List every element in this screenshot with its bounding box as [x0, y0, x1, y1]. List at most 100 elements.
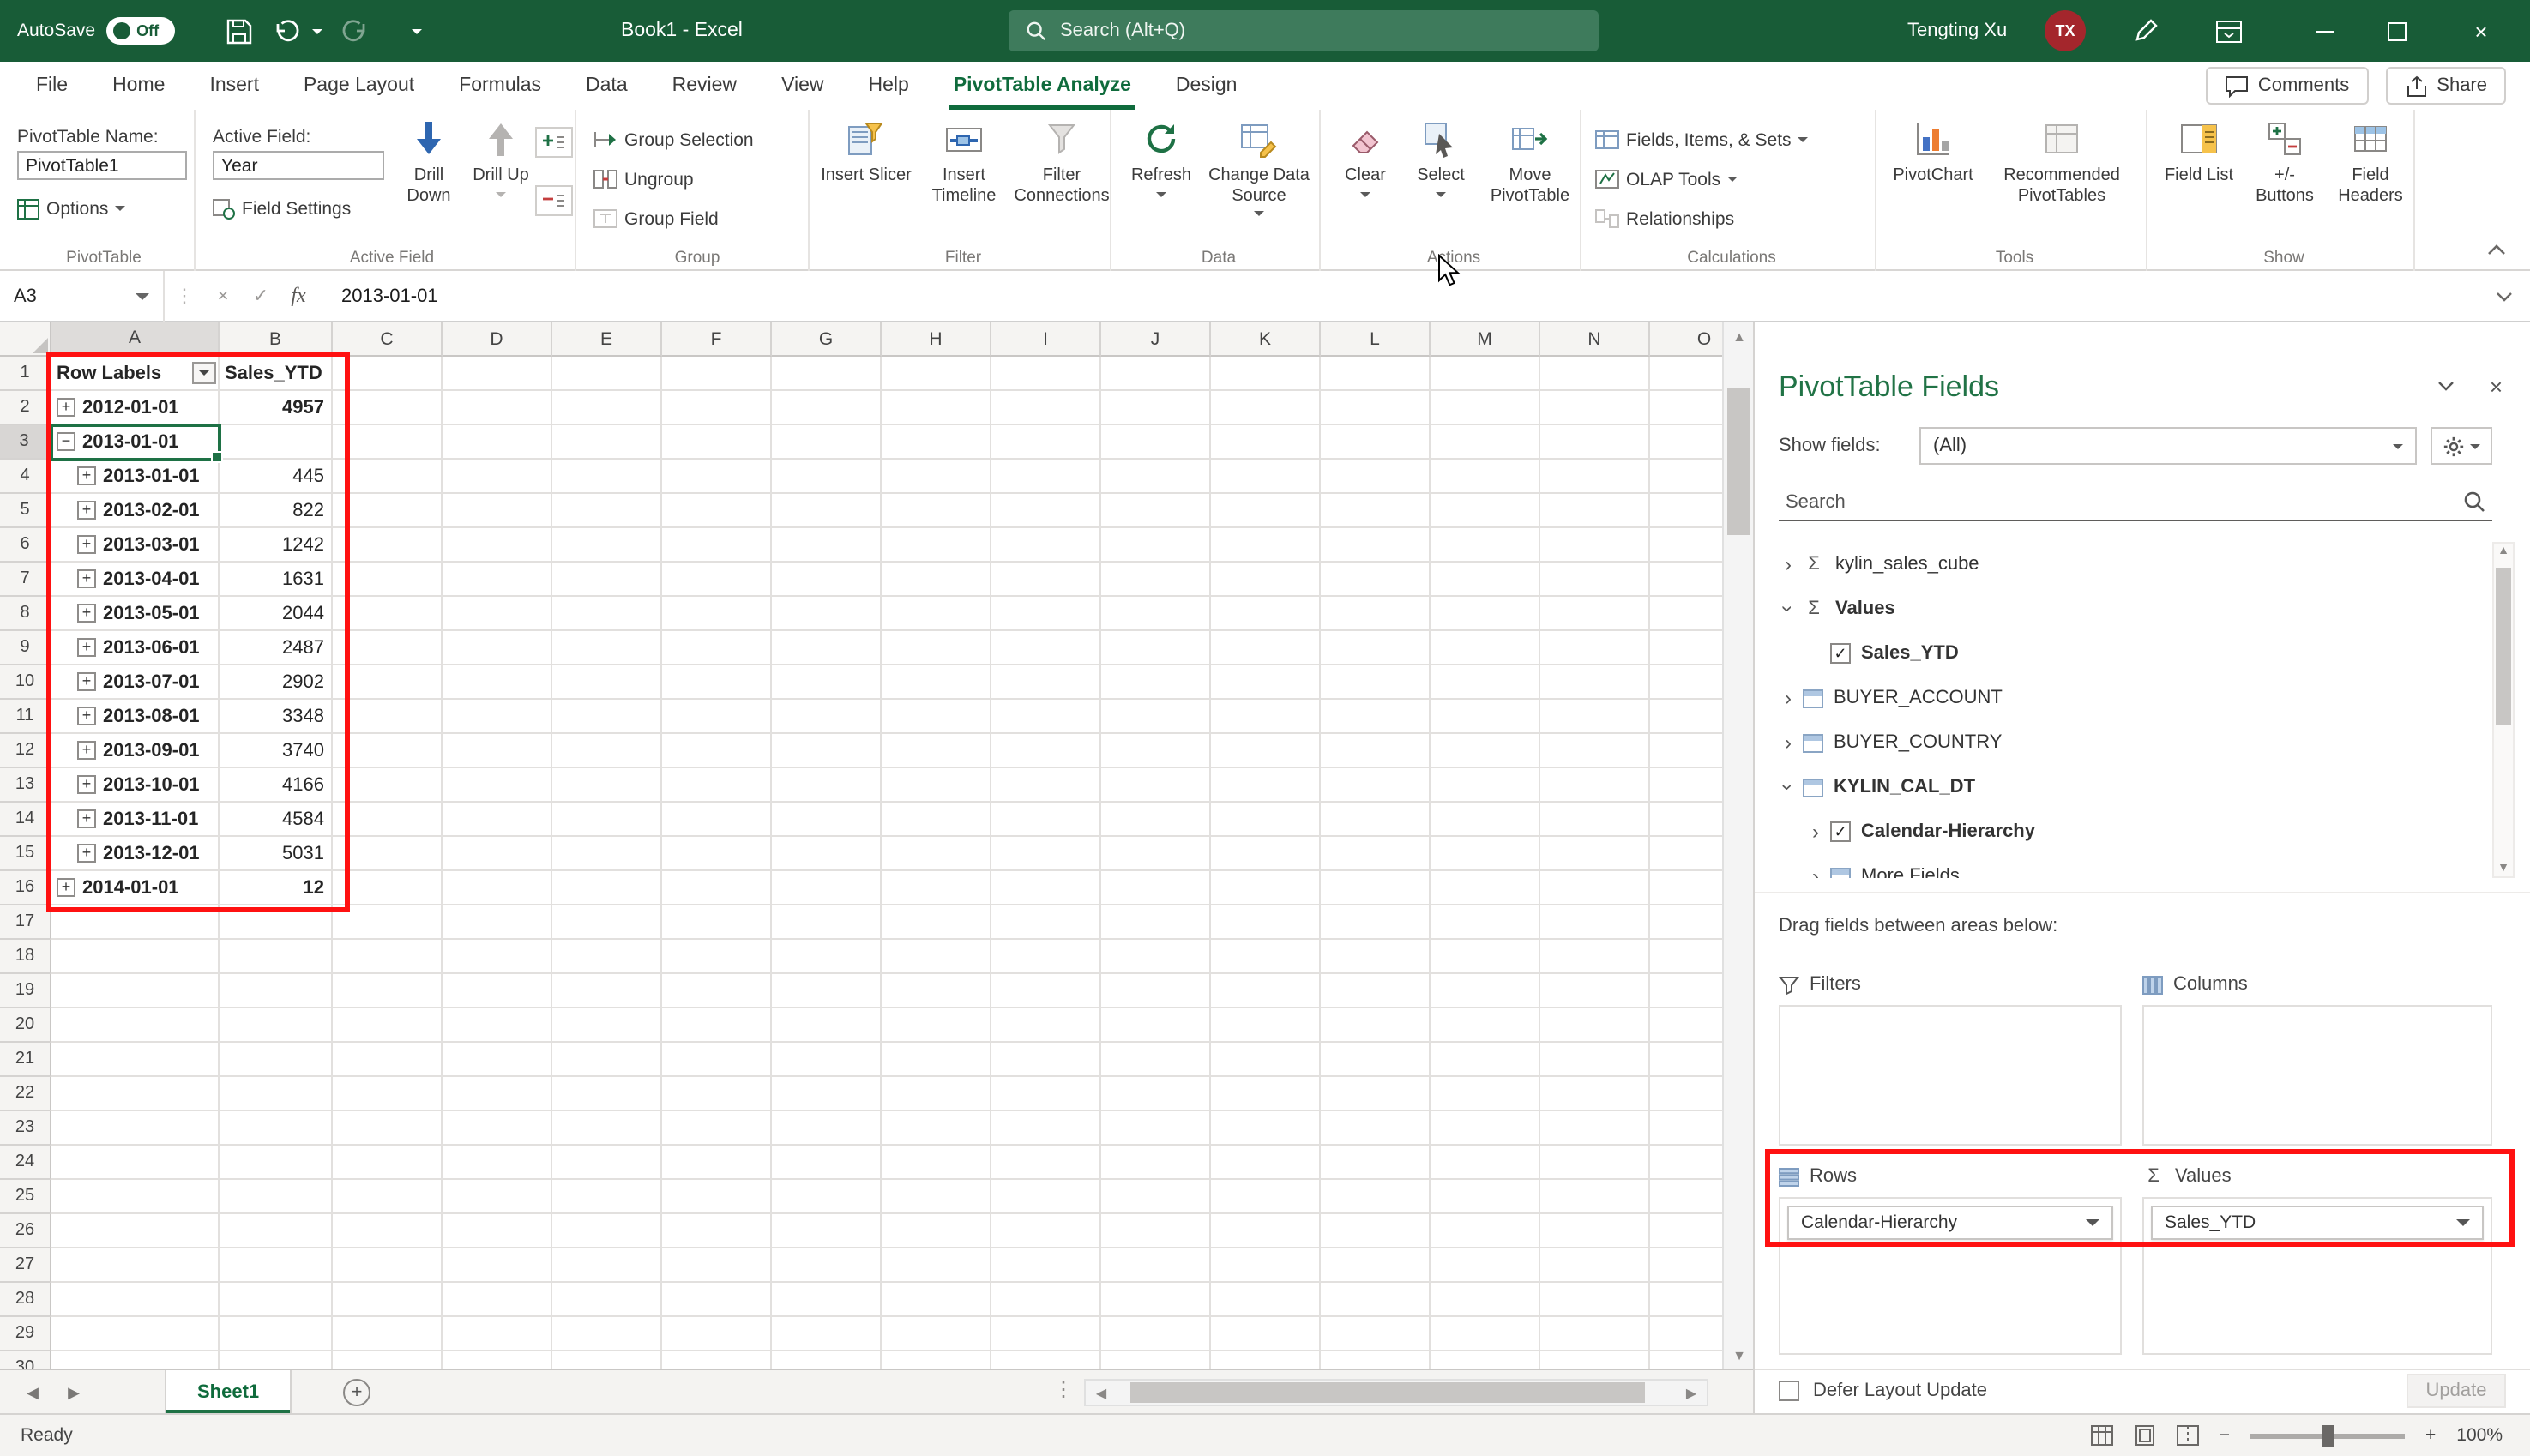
cell-O3[interactable] [1650, 425, 1722, 460]
cell-K9[interactable] [1211, 631, 1321, 665]
scroll-up-icon[interactable]: ▲ [2494, 545, 2513, 557]
cell-B9[interactable]: 2487 [220, 631, 333, 665]
tree-scroll-thumb[interactable] [2496, 568, 2511, 725]
cell-B3[interactable] [220, 425, 333, 460]
cell-M10[interactable] [1431, 665, 1540, 700]
cell-O16[interactable] [1650, 871, 1722, 905]
cell-A25[interactable] [51, 1180, 220, 1214]
cell-D21[interactable] [443, 1043, 552, 1077]
cell-E8[interactable] [552, 597, 662, 631]
cell-A5[interactable]: +2013-02-01 [51, 494, 220, 528]
cell-F14[interactable] [662, 803, 772, 837]
expand-arrow-icon[interactable]: › [1779, 552, 1798, 576]
cell-E30[interactable] [552, 1351, 662, 1369]
cell-M19[interactable] [1431, 974, 1540, 1008]
cell-O15[interactable] [1650, 837, 1722, 871]
cell-F17[interactable] [662, 905, 772, 940]
cell-C8[interactable] [333, 597, 443, 631]
cell-A4[interactable]: +2013-01-01 [51, 460, 220, 494]
cell-E21[interactable] [552, 1043, 662, 1077]
column-header-A[interactable]: A [51, 322, 220, 357]
cell-H27[interactable] [882, 1248, 991, 1283]
cell-H26[interactable] [882, 1214, 991, 1248]
cell-I12[interactable] [991, 734, 1101, 768]
sheet-tab-sheet1[interactable]: Sheet1 [165, 1370, 292, 1413]
cell-I17[interactable] [991, 905, 1101, 940]
cell-B23[interactable] [220, 1111, 333, 1146]
horizontal-scroll-thumb[interactable] [1130, 1382, 1645, 1403]
cell-C29[interactable] [333, 1317, 443, 1351]
cell-O27[interactable] [1650, 1248, 1722, 1283]
cell-F13[interactable] [662, 768, 772, 803]
cell-G18[interactable] [772, 940, 882, 974]
cell-D12[interactable] [443, 734, 552, 768]
cell-A26[interactable] [51, 1214, 220, 1248]
expand-button-row-12[interactable]: + [77, 741, 96, 760]
cell-H21[interactable] [882, 1043, 991, 1077]
column-header-D[interactable]: D [443, 322, 552, 357]
cell-G17[interactable] [772, 905, 882, 940]
collapse-arrow-icon[interactable]: › [1776, 599, 1800, 618]
cell-F28[interactable] [662, 1283, 772, 1317]
column-header-F[interactable]: F [662, 322, 772, 357]
cell-L6[interactable] [1321, 528, 1431, 563]
cell-C16[interactable] [333, 871, 443, 905]
close-button[interactable]: × [2432, 0, 2530, 62]
cell-L8[interactable] [1321, 597, 1431, 631]
cell-I29[interactable] [991, 1317, 1101, 1351]
page-break-view-button[interactable] [2176, 1425, 2199, 1446]
cell-C27[interactable] [333, 1248, 443, 1283]
cell-A17[interactable] [51, 905, 220, 940]
cell-K21[interactable] [1211, 1043, 1321, 1077]
cell-E24[interactable] [552, 1146, 662, 1180]
cell-C11[interactable] [333, 700, 443, 734]
cell-I9[interactable] [991, 631, 1101, 665]
cell-I7[interactable] [991, 563, 1101, 597]
cell-F11[interactable] [662, 700, 772, 734]
cell-D3[interactable] [443, 425, 552, 460]
tab-review[interactable]: Review [650, 62, 759, 110]
cell-L22[interactable] [1321, 1077, 1431, 1111]
cell-J14[interactable] [1101, 803, 1211, 837]
normal-view-button[interactable] [2090, 1425, 2113, 1446]
maximize-button[interactable] [2360, 0, 2432, 62]
scroll-right-icon[interactable]: ▶ [1676, 1379, 1707, 1406]
cell-J7[interactable] [1101, 563, 1211, 597]
cell-D13[interactable] [443, 768, 552, 803]
cell-N19[interactable] [1540, 974, 1650, 1008]
cell-K19[interactable] [1211, 974, 1321, 1008]
tab-design[interactable]: Design [1154, 62, 1260, 110]
expand-button-row-15[interactable]: + [77, 844, 96, 863]
cell-K7[interactable] [1211, 563, 1321, 597]
ribbon-display-options-button[interactable] [2216, 0, 2242, 62]
cell-O28[interactable] [1650, 1283, 1722, 1317]
cell-I30[interactable] [991, 1351, 1101, 1369]
formula-bar-handle[interactable]: ⋮ [165, 285, 204, 307]
options-button[interactable]: Options [17, 192, 126, 225]
column-header-M[interactable]: M [1431, 322, 1540, 357]
cell-O12[interactable] [1650, 734, 1722, 768]
cell-O24[interactable] [1650, 1146, 1722, 1180]
cell-F18[interactable] [662, 940, 772, 974]
cell-A23[interactable] [51, 1111, 220, 1146]
scroll-down-icon[interactable]: ▼ [2494, 863, 2513, 875]
cell-G3[interactable] [772, 425, 882, 460]
cell-J1[interactable] [1101, 357, 1211, 391]
cell-F30[interactable] [662, 1351, 772, 1369]
cell-F29[interactable] [662, 1317, 772, 1351]
cell-G12[interactable] [772, 734, 882, 768]
cell-E22[interactable] [552, 1077, 662, 1111]
cell-D29[interactable] [443, 1317, 552, 1351]
cell-A27[interactable] [51, 1248, 220, 1283]
cell-H12[interactable] [882, 734, 991, 768]
cell-I15[interactable] [991, 837, 1101, 871]
cell-H2[interactable] [882, 391, 991, 425]
field-checkbox-checked[interactable]: ✓ [1830, 821, 1851, 842]
cell-N1[interactable] [1540, 357, 1650, 391]
cell-D25[interactable] [443, 1180, 552, 1214]
cell-J6[interactable] [1101, 528, 1211, 563]
row-header-16[interactable]: 16 [0, 871, 51, 905]
cell-N20[interactable] [1540, 1008, 1650, 1043]
cell-B25[interactable] [220, 1180, 333, 1214]
cell-C17[interactable] [333, 905, 443, 940]
